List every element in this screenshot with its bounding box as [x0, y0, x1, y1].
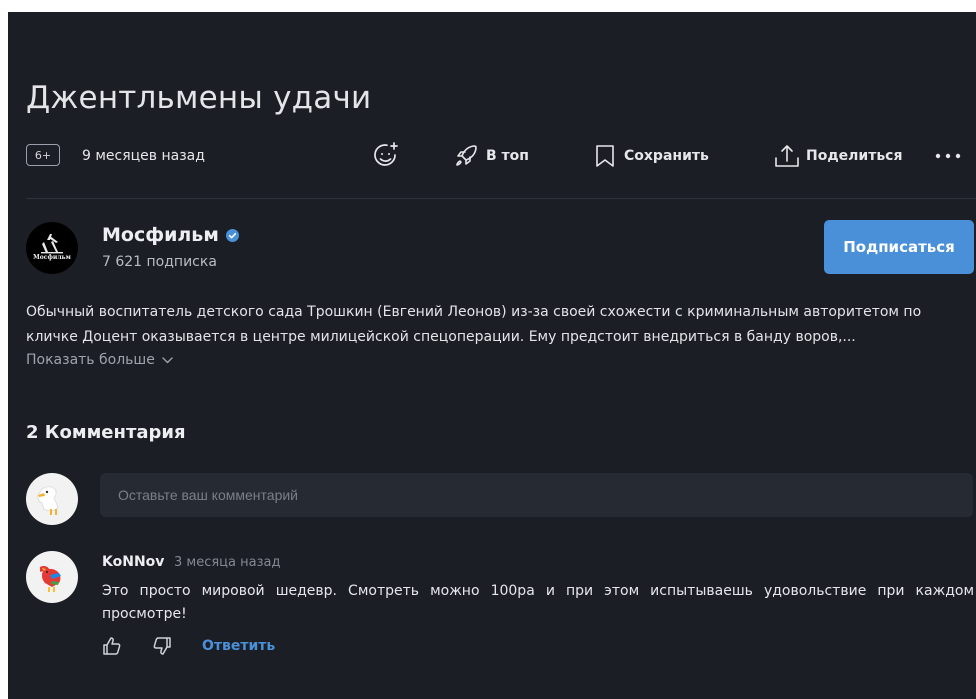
show-more-label: Показать больше: [26, 352, 155, 368]
divider: [26, 198, 976, 199]
age-rating-badge: 6+: [26, 144, 60, 166]
top-label: В топ: [486, 148, 529, 164]
react-button[interactable]: [370, 140, 402, 172]
thumbs-down-icon: [152, 637, 172, 660]
thumbs-up-icon: [102, 637, 122, 660]
video-title: Джентльмены удачи: [26, 80, 372, 116]
chevron-down-icon: [155, 352, 173, 368]
share-upload-icon: [772, 141, 802, 171]
video-description: Обычный воспитатель детского сада Трошки…: [26, 300, 974, 350]
top-button[interactable]: В топ: [452, 140, 529, 172]
comment-input[interactable]: [100, 473, 973, 517]
bookmark-icon: [592, 142, 618, 170]
rocket-icon: [452, 142, 480, 170]
save-label: Сохранить: [624, 148, 709, 164]
channel-name[interactable]: Мосфильм: [102, 224, 219, 246]
channel-name-row[interactable]: Мосфильм: [102, 224, 239, 246]
more-horizontal-icon: [934, 151, 962, 161]
channel-logo-text: Мосфильм: [33, 254, 71, 261]
subscribe-button[interactable]: Подписаться: [824, 220, 974, 274]
current-user-avatar: [26, 473, 78, 525]
video-info-panel: Джентльмены удачи 6+ 9 месяцев назад В т…: [8, 12, 976, 699]
comment-author[interactable]: KoNNov: [102, 554, 164, 570]
publish-date: 9 месяцев назад: [82, 148, 205, 164]
reply-button[interactable]: Ответить: [202, 638, 275, 654]
save-button[interactable]: Сохранить: [592, 140, 709, 172]
comment-actions: Ответить: [102, 636, 402, 658]
share-button[interactable]: Поделиться: [772, 140, 902, 172]
channel-avatar[interactable]: Мосфильм: [26, 222, 78, 274]
video-actions-row: 6+ 9 месяцев назад В топ Сохранить Подел…: [8, 140, 976, 172]
description-line-1: Обычный воспитатель детского сада Трошки…: [26, 304, 922, 320]
dislike-button[interactable]: [152, 636, 172, 660]
like-button[interactable]: [102, 636, 122, 660]
show-more-button[interactable]: Показать больше: [26, 352, 173, 368]
channel-subscribers: 7 621 подписка: [102, 254, 217, 270]
comment-text: Это просто мировой шедевр. Смотреть можн…: [102, 583, 974, 622]
description-line-2: кличке Доцент оказывается в центре милиц…: [26, 329, 856, 345]
share-label: Поделиться: [806, 148, 903, 164]
comment-time: 3 месяца назад: [174, 555, 281, 570]
emoji-add-icon: [370, 140, 402, 172]
comment-author-avatar[interactable]: [26, 551, 78, 603]
more-button[interactable]: [934, 140, 962, 172]
comments-heading: 2 Комментария: [26, 422, 186, 443]
verified-icon: [225, 228, 239, 242]
